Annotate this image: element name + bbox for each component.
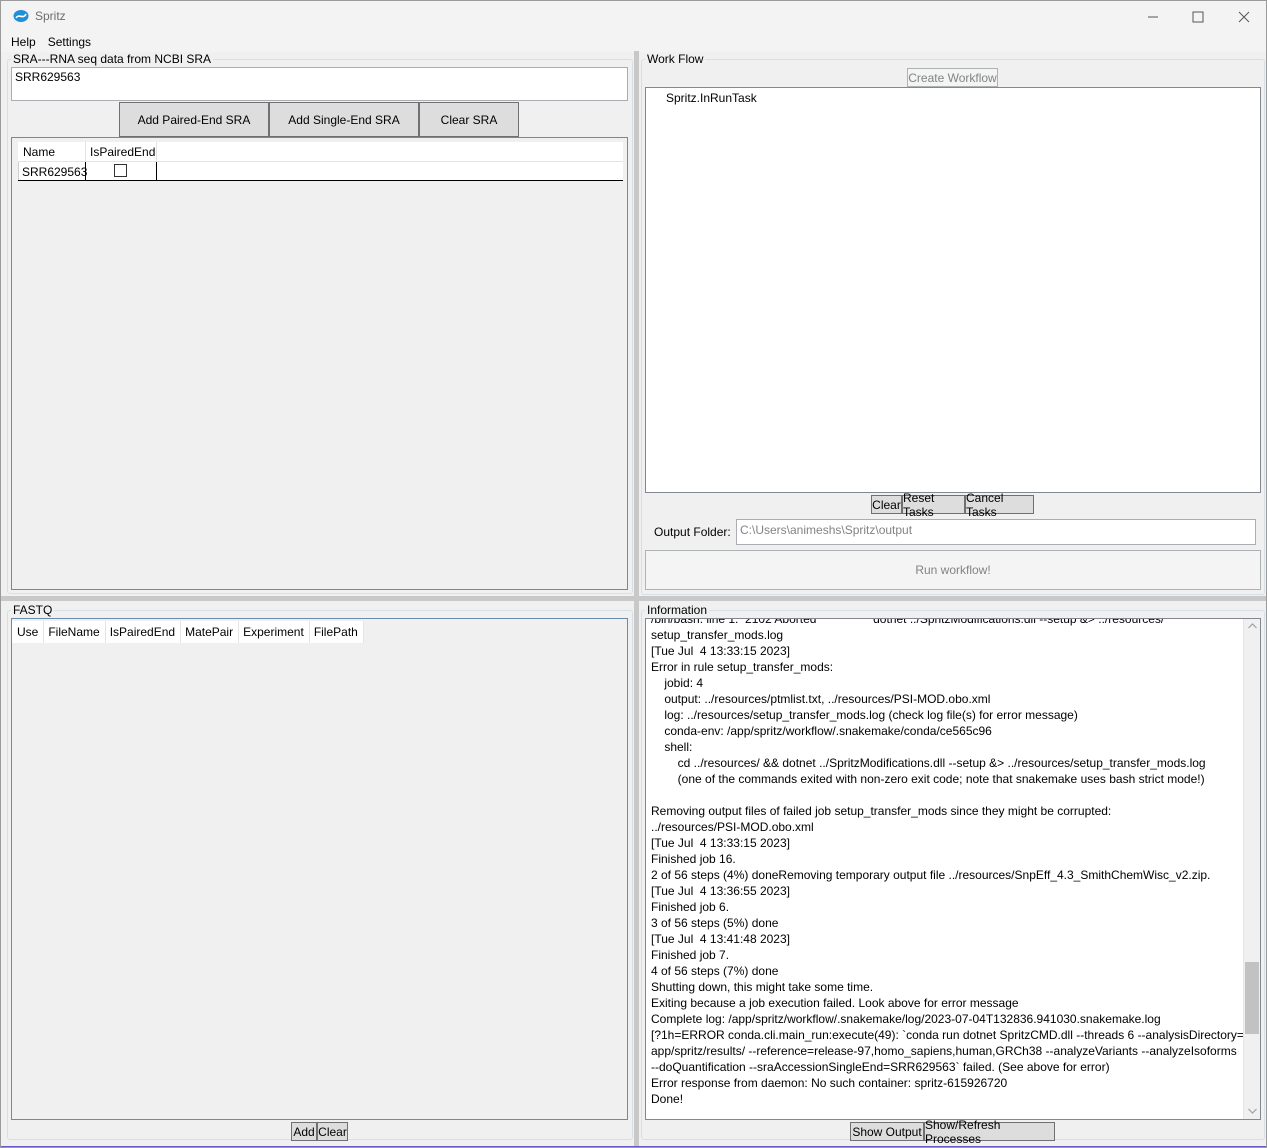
log-line: conda-env: /app/spritz/workflow/.snakema… (651, 724, 992, 738)
clear-fastq-button[interactable]: Clear (317, 1122, 348, 1141)
log-line: ../resources/PSI-MOD.obo.xml (651, 820, 814, 834)
add-fastq-button[interactable]: Add (291, 1122, 317, 1141)
workflow-task-tree[interactable]: Spritz.InRunTask (645, 87, 1261, 493)
information-group-label: Information (645, 603, 710, 617)
scroll-up-icon[interactable] (1248, 623, 1257, 629)
log-line: [Tue Jul 4 13:41:48 2023] (651, 932, 790, 946)
sra-col-ispairedend[interactable]: IsPairedEnd (86, 142, 157, 161)
log-line: Complete log: /app/spritz/workflow/.snak… (651, 1012, 1161, 1026)
close-icon (1238, 11, 1250, 22)
table-row[interactable]: SRR629563 (18, 162, 623, 181)
log-line: jobid: 4 (651, 676, 704, 690)
fastq-col-use[interactable]: Use (12, 621, 45, 643)
window-title: Spritz (35, 9, 66, 23)
log-line: Done! (651, 1092, 684, 1106)
workflow-group-label: Work Flow (645, 52, 706, 66)
log-line: [Tue Jul 4 13:36:55 2023] (651, 884, 790, 898)
log-line: log: ../resources/setup_transfer_mods.lo… (651, 708, 1078, 722)
clear-sra-button[interactable]: Clear SRA (419, 102, 519, 137)
sra-row-name: SRR629563 (18, 162, 87, 180)
fastq-group-label: FASTQ (11, 603, 55, 617)
log-line: Removing output files of failed job setu… (651, 804, 1112, 818)
sra-group-label: SRA---RNA seq data from NCBI SRA (11, 52, 214, 66)
log-line: setup_transfer_mods.log (651, 628, 784, 642)
sra-table-body: Name IsPairedEnd SRR629563 (18, 142, 623, 181)
log-line: shell: (651, 740, 693, 754)
add-paired-end-sra-button[interactable]: Add Paired-End SRA (119, 102, 269, 137)
right-horizontal-splitter[interactable] (639, 596, 1266, 601)
log-line: [Tue Jul 4 13:33:15 2023] (651, 836, 790, 850)
log-line: Finished job 7. (651, 948, 730, 962)
log-line: [Tue Jul 4 13:33:15 2023] (651, 644, 790, 658)
log-line: Finished job 6. (651, 900, 730, 914)
maximize-icon (1192, 11, 1204, 22)
log-line: cd ../resources/ && dotnet ../SpritzModi… (651, 756, 1206, 770)
title-bar[interactable]: Spritz (1, 1, 1266, 32)
left-horizontal-splitter[interactable] (1, 596, 634, 601)
app-window: Spritz Help Settings SRA---RNA seq data … (0, 0, 1267, 1148)
maximize-button[interactable] (1175, 1, 1221, 32)
log-line: [?1h=ERROR conda.cli.main_run:execute(49… (651, 1028, 1248, 1042)
fastq-table-header: Use FileName IsPairedEnd MatePair Experi… (12, 621, 364, 643)
log-line: 2 of 56 steps (4%) doneRemoving temporar… (651, 868, 1211, 882)
log-line: Finished job 16. (651, 852, 736, 866)
fastq-table[interactable]: Use FileName IsPairedEnd MatePair Experi… (11, 618, 628, 1120)
spritz-logo-icon (13, 10, 29, 22)
sra-col-name[interactable]: Name (18, 142, 86, 161)
fastq-col-matepair[interactable]: MatePair (181, 621, 240, 643)
fastq-col-filename[interactable]: FileName (44, 621, 106, 643)
ispairedend-checkbox[interactable] (114, 164, 127, 177)
clear-tasks-button[interactable]: Clear (871, 495, 902, 514)
create-workflow-button[interactable]: Create Workflow (907, 68, 998, 87)
menu-bar: Help Settings (1, 32, 1266, 52)
output-folder-input[interactable]: C:\Users\animeshs\Spritz\output (736, 519, 1256, 545)
sra-accession-input[interactable]: SRR629563 (11, 67, 628, 101)
add-single-end-sra-button[interactable]: Add Single-End SRA (269, 102, 419, 137)
information-log[interactable]: /bin/bash: line 1: 2102 Aborted dotnet .… (645, 618, 1261, 1120)
close-button[interactable] (1221, 1, 1266, 32)
log-line: Exiting because a job execution failed. … (651, 996, 1019, 1010)
log-line: 4 of 56 steps (7%) done (651, 964, 779, 978)
log-scrollbar[interactable] (1243, 619, 1260, 1119)
fastq-col-experiment[interactable]: Experiment (239, 621, 310, 643)
reset-tasks-button[interactable]: Reset Tasks (902, 491, 965, 519)
sra-table[interactable]: Name IsPairedEnd SRR629563 (11, 137, 628, 590)
log-line: --doQuantification --sraAccessionSingleE… (651, 1060, 1110, 1074)
menu-settings[interactable]: Settings (42, 35, 97, 49)
show-output-button[interactable]: Show Output (850, 1122, 924, 1141)
minimize-icon (1148, 16, 1158, 17)
tree-item[interactable]: Spritz.InRunTask (666, 91, 757, 105)
show-refresh-processes-button[interactable]: Show/Refresh Processes (924, 1118, 1055, 1146)
run-workflow-button[interactable]: Run workflow! (645, 550, 1261, 590)
log-line: app/spritz/results/ --reference=release-… (651, 1044, 1237, 1058)
sra-row-ispairedend-cell (86, 162, 157, 180)
fastq-col-ispairedend[interactable]: IsPairedEnd (106, 621, 182, 643)
log-line: Shutting down, this might take some time… (651, 980, 874, 994)
scroll-down-icon[interactable] (1248, 1108, 1257, 1114)
output-folder-label: Output Folder: (654, 525, 731, 539)
log-line: Error response from daemon: No such cont… (651, 1076, 1008, 1090)
log-line: (one of the commands exited with non-zer… (651, 772, 1205, 786)
minimize-button[interactable] (1130, 1, 1176, 32)
fastq-col-filepath[interactable]: FilePath (310, 621, 364, 643)
scroll-thumb[interactable] (1245, 962, 1259, 1035)
sra-table-header: Name IsPairedEnd (18, 142, 623, 162)
log-content: /bin/bash: line 1: 2102 Aborted dotnet .… (651, 618, 1248, 1107)
log-line: Error in rule setup_transfer_mods: (651, 660, 834, 674)
log-line: 3 of 56 steps (5%) done (651, 916, 779, 930)
menu-help[interactable]: Help (1, 35, 42, 49)
log-line: output: ../resources/ptmlist.txt, ../res… (651, 692, 991, 706)
log-line: /bin/bash: line 1: 2102 Aborted dotnet .… (651, 618, 1165, 626)
cancel-tasks-button[interactable]: Cancel Tasks (965, 491, 1034, 519)
